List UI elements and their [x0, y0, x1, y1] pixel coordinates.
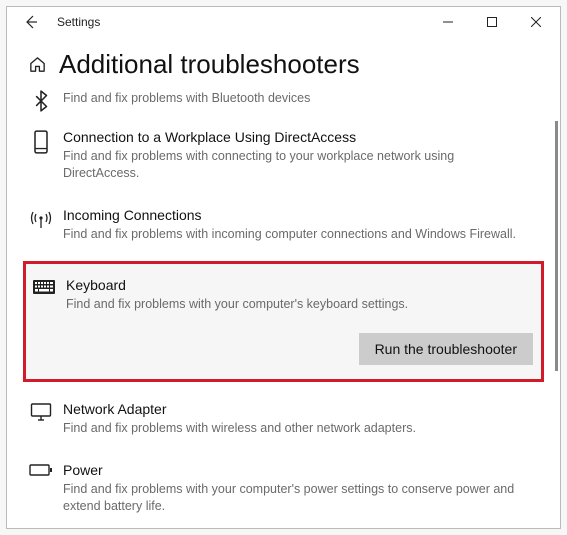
- highlight-box: Keyboard Find and fix problems with your…: [23, 261, 544, 382]
- item-desc: Find and fix problems with your computer…: [63, 481, 534, 515]
- close-icon: [531, 17, 541, 27]
- item-keyboard[interactable]: Keyboard Find and fix problems with your…: [26, 264, 541, 319]
- run-button-row: Run the troubleshooter: [26, 319, 541, 379]
- battery-icon: [25, 461, 57, 477]
- item-desc: Find and fix problems with incoming comp…: [63, 226, 516, 243]
- antenna-icon: [25, 206, 57, 230]
- item-title: Incoming Connections: [63, 206, 516, 224]
- item-network[interactable]: Network Adapter Find and fix problems wi…: [23, 390, 544, 451]
- scrollbar-thumb[interactable]: [555, 121, 558, 371]
- item-incoming[interactable]: Incoming Connections Find and fix proble…: [23, 196, 544, 257]
- item-title: Network Adapter: [63, 400, 416, 418]
- monitor-icon: [25, 400, 57, 422]
- item-title: Keyboard: [66, 276, 408, 294]
- minimize-button[interactable]: [426, 7, 470, 37]
- item-desc: Find and fix problems with Bluetooth dev…: [63, 90, 310, 107]
- home-icon: [28, 55, 47, 74]
- content-area: Bluetooth Find and fix problems with Blu…: [7, 88, 560, 528]
- run-troubleshooter-button[interactable]: Run the troubleshooter: [359, 333, 533, 365]
- item-desc: Find and fix problems with connecting to…: [63, 148, 534, 182]
- phone-icon: [25, 128, 57, 154]
- home-button[interactable]: [25, 53, 49, 77]
- page-title: Additional troubleshooters: [59, 49, 360, 80]
- window-title: Settings: [53, 15, 100, 29]
- minimize-icon: [443, 17, 453, 27]
- troubleshooter-list: Bluetooth Find and fix problems with Blu…: [7, 88, 560, 528]
- settings-window: Settings Additional troubleshooters: [6, 6, 561, 529]
- close-button[interactable]: [514, 7, 558, 37]
- item-desc: Find and fix problems with wireless and …: [63, 420, 416, 437]
- item-title: Power: [63, 461, 534, 479]
- item-directaccess[interactable]: Connection to a Workplace Using DirectAc…: [23, 118, 544, 196]
- titlebar: Settings: [7, 7, 560, 37]
- back-arrow-icon: [23, 14, 39, 30]
- item-power[interactable]: Power Find and fix problems with your co…: [23, 451, 544, 528]
- keyboard-icon: [28, 276, 60, 296]
- item-bluetooth[interactable]: Bluetooth Find and fix problems with Blu…: [23, 88, 544, 118]
- page-header: Additional troubleshooters: [7, 37, 560, 88]
- back-button[interactable]: [9, 7, 53, 37]
- maximize-button[interactable]: [470, 7, 514, 37]
- item-title: Connection to a Workplace Using DirectAc…: [63, 128, 534, 146]
- item-desc: Find and fix problems with your computer…: [66, 296, 408, 313]
- maximize-icon: [487, 17, 497, 27]
- bluetooth-icon: [25, 88, 57, 112]
